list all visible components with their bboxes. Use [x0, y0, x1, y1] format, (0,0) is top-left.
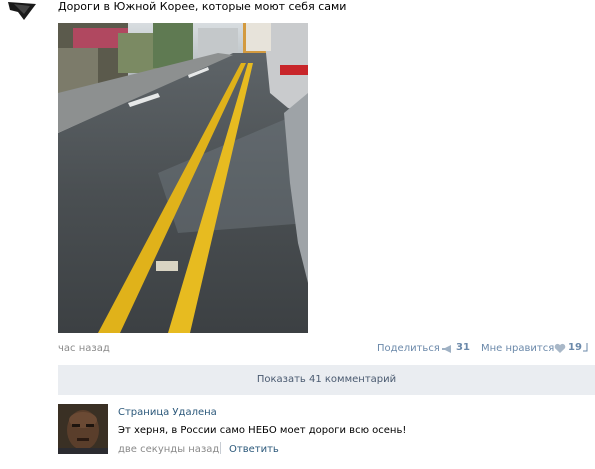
post-photo[interactable]: [58, 23, 308, 333]
heart-icon: [554, 343, 566, 353]
reply-button[interactable]: Ответить: [229, 444, 279, 455]
divider: [220, 442, 221, 454]
author-avatar[interactable]: [0, 0, 40, 22]
post-text: Дороги в Южной Корее, которые моют себя …: [58, 0, 347, 13]
megaphone-icon: [442, 345, 451, 353]
commenter-avatar[interactable]: [58, 404, 108, 454]
comment-author-link[interactable]: Страница Удалена: [118, 407, 217, 418]
show-comments-button[interactable]: Показать 41 комментарий: [58, 365, 595, 395]
likers-menu-icon[interactable]: [581, 341, 589, 353]
comment-timestamp[interactable]: две секунды назад: [118, 444, 219, 455]
share-count: 31: [456, 342, 470, 353]
like-button[interactable]: Мне нравится: [481, 343, 554, 354]
post-timestamp[interactable]: час назад: [58, 343, 110, 354]
share-button[interactable]: Поделиться: [377, 343, 440, 354]
comment-text: Эт херня, в России само НЕБО моет дороги…: [118, 425, 407, 436]
like-count: 19: [568, 342, 582, 353]
